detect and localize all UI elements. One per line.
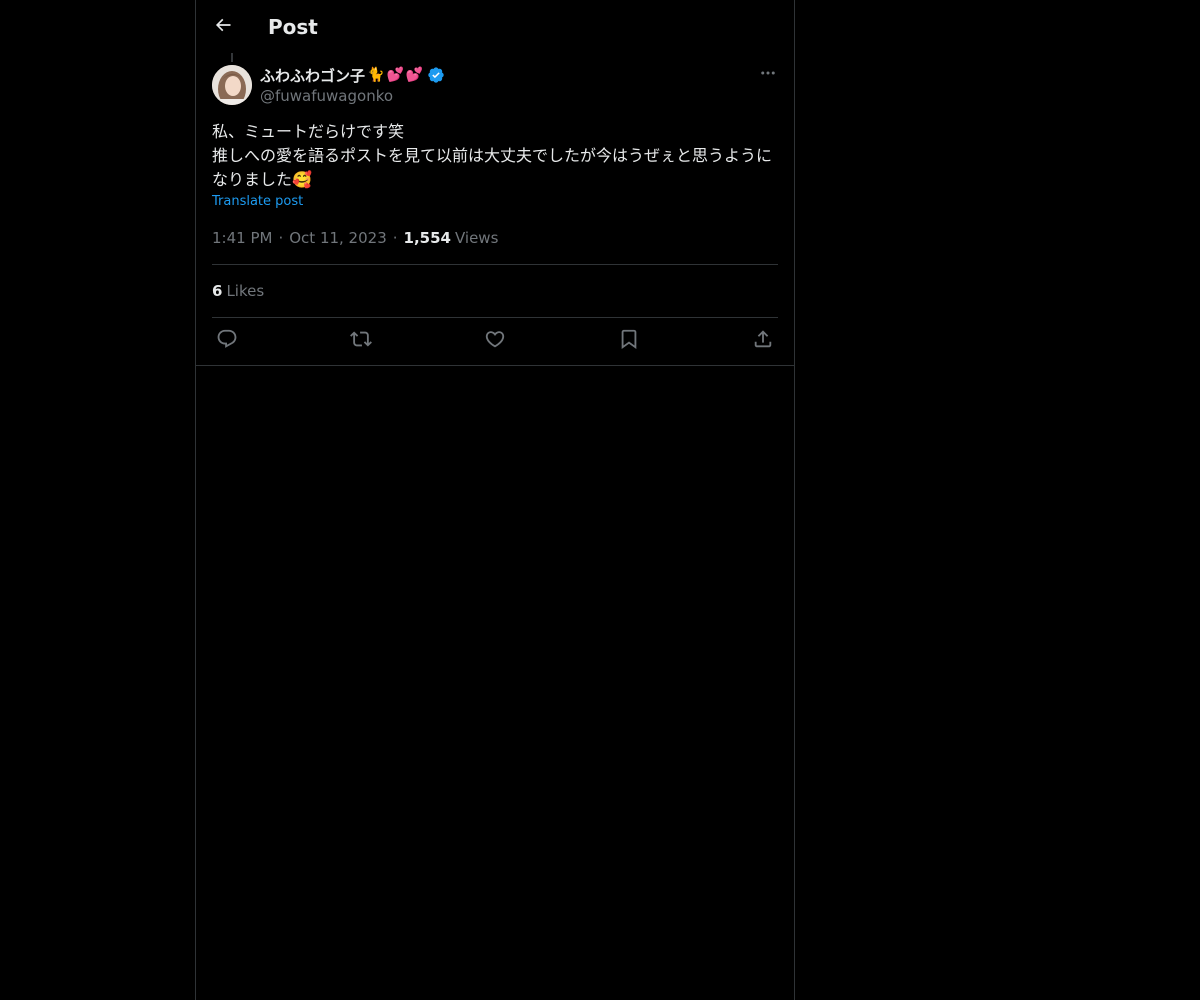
two-hearts-emoji: 💕	[405, 67, 424, 83]
handle[interactable]: @fuwafuwagonko	[260, 87, 445, 105]
bookmark-icon	[618, 328, 640, 354]
display-name-row: ふわふわゴン子 🐈 💕 💕	[260, 65, 445, 85]
back-button[interactable]	[208, 12, 238, 42]
avatar[interactable]	[212, 65, 252, 105]
bookmark-button[interactable]	[614, 326, 644, 356]
divider	[212, 264, 778, 265]
likes-stat[interactable]: 6 Likes	[212, 282, 264, 300]
top-bar: Post	[196, 0, 794, 53]
reply-icon	[216, 328, 238, 354]
post-time[interactable]: 1:41 PM	[212, 229, 272, 247]
arrow-left-icon	[213, 15, 233, 39]
thread-connector-line	[231, 53, 233, 62]
action-bar	[212, 327, 778, 355]
page-title: Post	[268, 15, 318, 39]
views-label: Views	[454, 229, 499, 247]
reply-button[interactable]	[212, 326, 242, 356]
repost-icon	[350, 328, 372, 354]
likes-count: 6	[212, 282, 223, 300]
share-icon	[752, 328, 774, 354]
main-column: Post ふわふわゴン子 🐈 💕 💕 @fuwafuwagonko 私、ミュート…	[195, 0, 795, 1000]
divider	[212, 317, 778, 318]
separator-dot: ·	[278, 229, 284, 247]
separator-dot: ·	[392, 229, 398, 247]
display-name[interactable]: ふわふわゴン子	[260, 65, 365, 86]
more-horizontal-icon	[759, 64, 777, 86]
heart-icon	[484, 328, 506, 354]
post-meta: 1:41 PM · Oct 11, 2023 · 1,554 Views	[212, 229, 498, 247]
author-block: ふわふわゴン子 🐈 💕 💕 @fuwafuwagonko	[260, 65, 445, 105]
post-date[interactable]: Oct 11, 2023	[289, 229, 387, 247]
post-text: 私、ミュートだらけです笑 推しへの愛を語るポストを見て以前は大丈夫でしたが今はう…	[212, 122, 773, 189]
views-count: 1,554	[403, 229, 451, 247]
translate-post-link[interactable]: Translate post	[212, 194, 303, 209]
like-button[interactable]	[480, 326, 510, 356]
post-bottom-border	[196, 365, 794, 366]
verified-badge-icon	[427, 66, 445, 84]
cat-emoji: 🐈	[367, 67, 385, 83]
share-button[interactable]	[748, 326, 778, 356]
more-options-button[interactable]	[758, 65, 778, 85]
repost-button[interactable]	[346, 326, 376, 356]
likes-label: Likes	[226, 282, 265, 300]
two-hearts-emoji: 💕	[386, 67, 404, 83]
